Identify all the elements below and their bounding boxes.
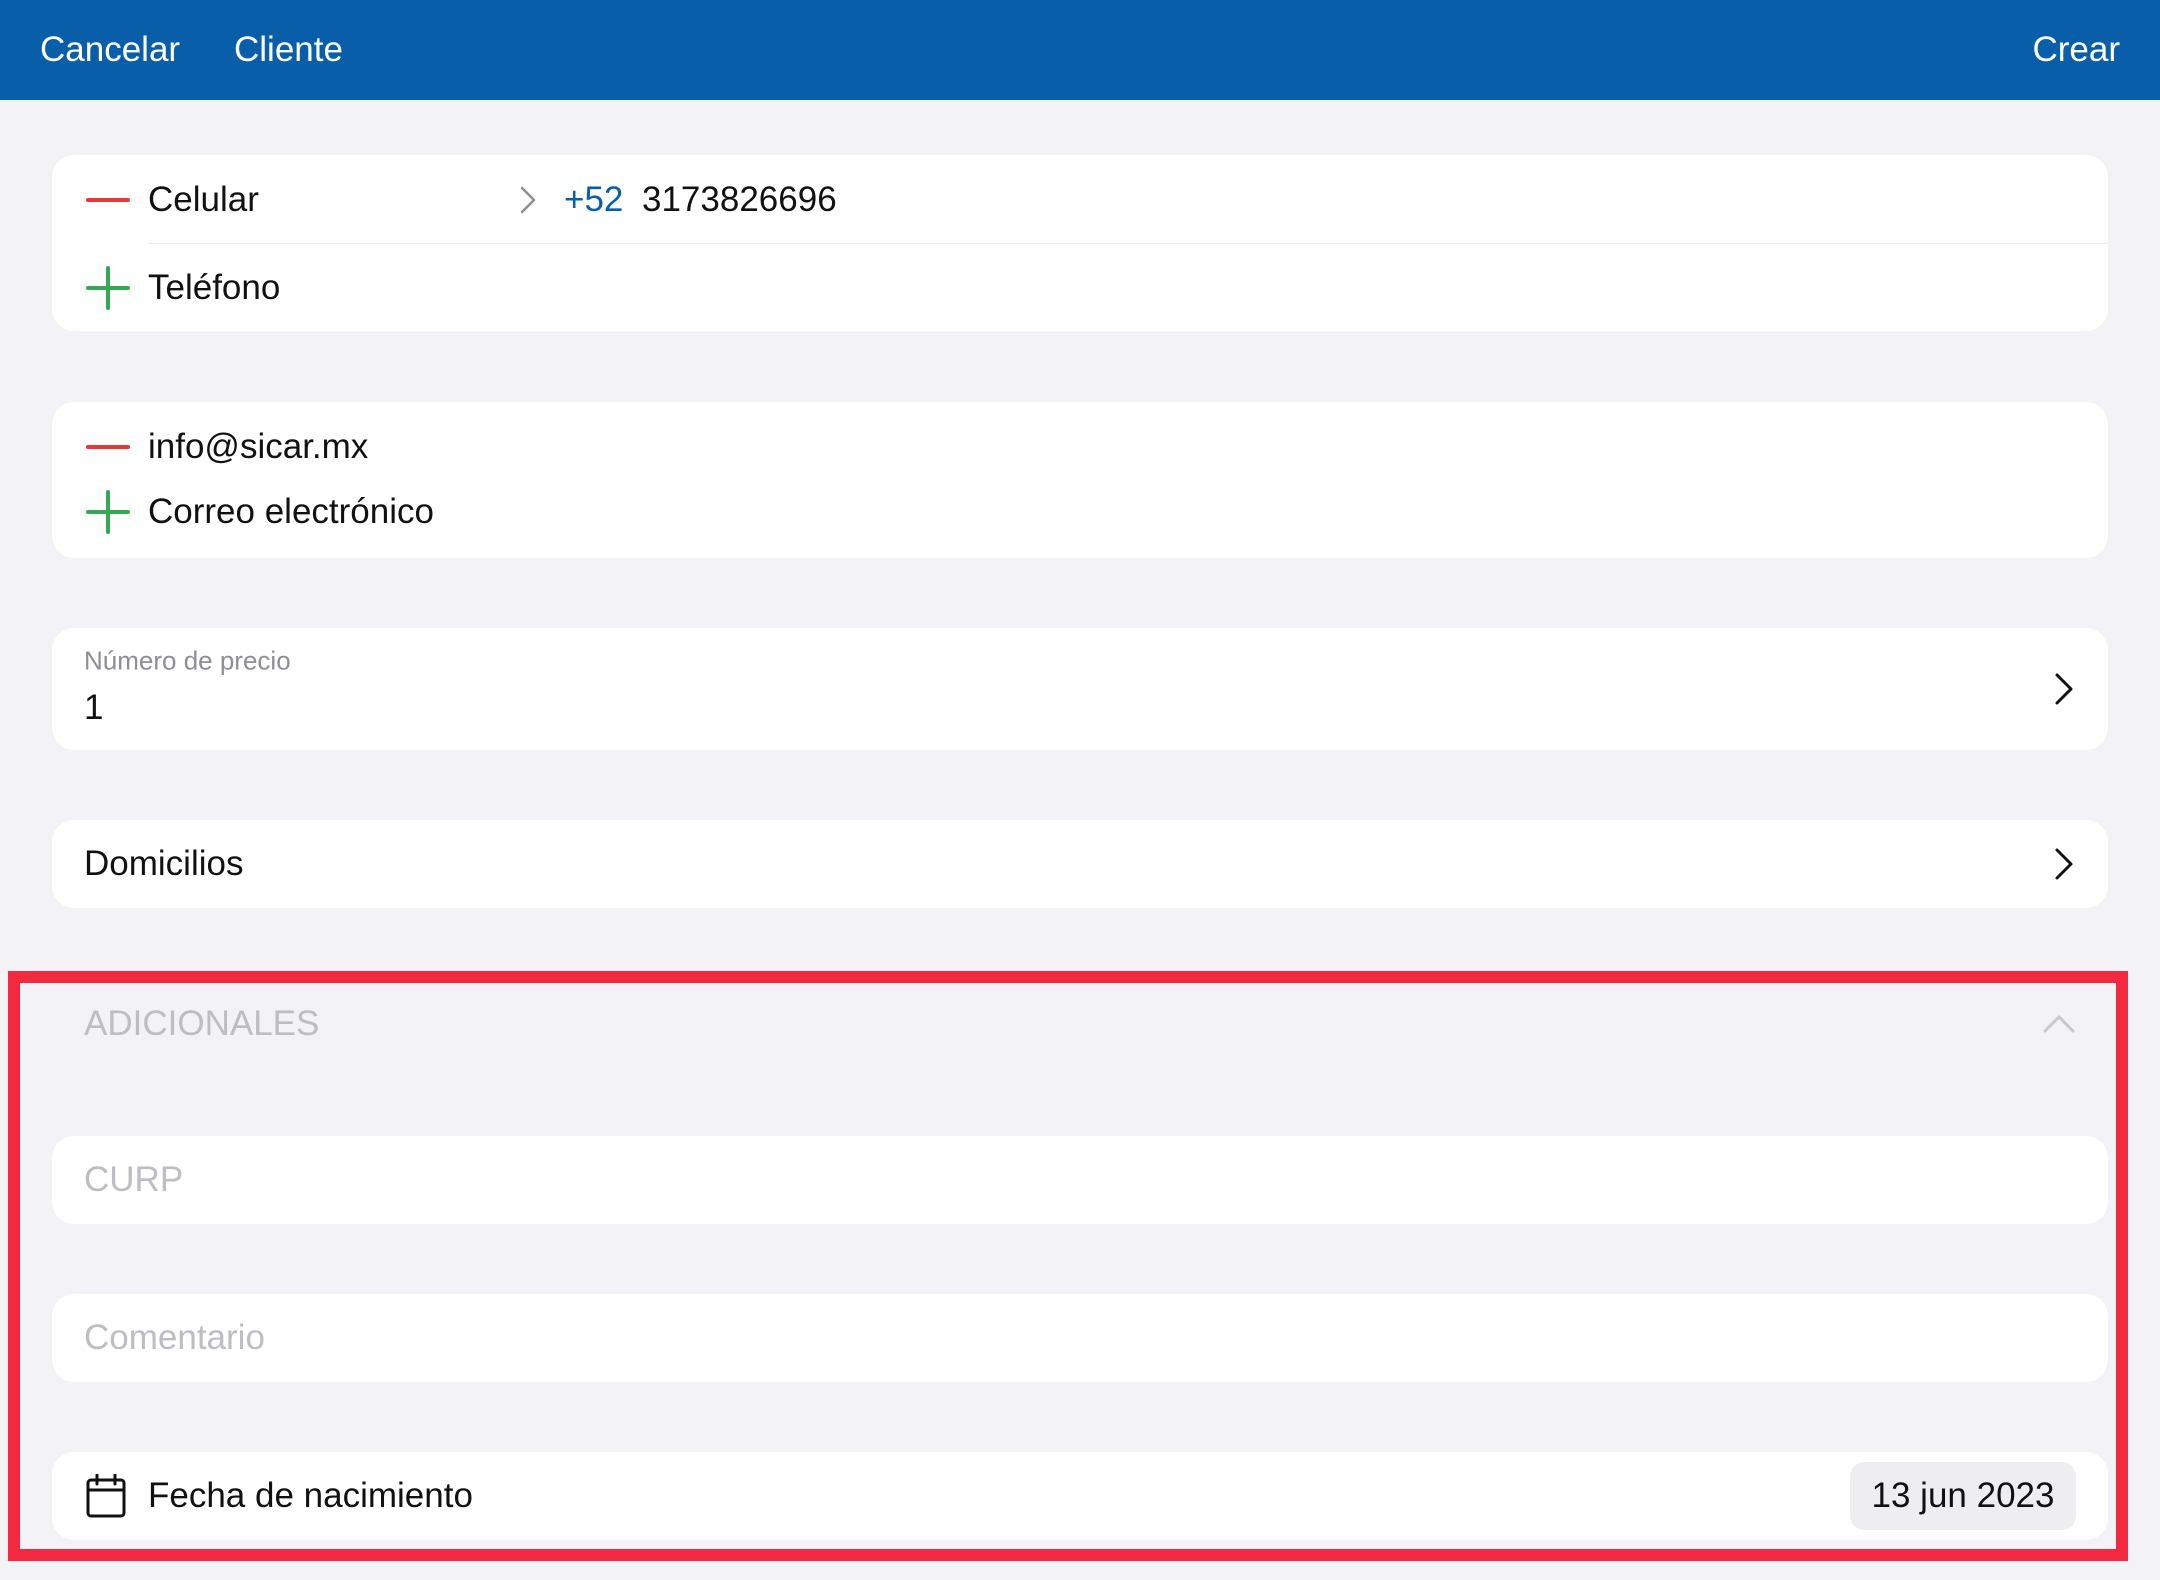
row-divider <box>148 243 2108 244</box>
birthdate-picker[interactable]: 13 jun 2023 <box>1850 1462 2076 1530</box>
navigation-bar: Cancelar Cliente Crear <box>0 0 2160 100</box>
calendar-icon <box>86 1474 126 1518</box>
curp-field[interactable]: CURP <box>52 1136 2108 1224</box>
add-email-label[interactable]: Correo electrónico <box>148 492 434 532</box>
comment-field[interactable]: Comentario <box>52 1294 2108 1382</box>
price-number-label: Número de precio <box>84 645 291 676</box>
addresses-chevron-right-icon <box>2055 848 2073 880</box>
phone-type-chevron-right-icon[interactable] <box>520 186 536 214</box>
addresses-label: Domicilios <box>84 844 244 883</box>
curp-input[interactable]: CURP <box>84 1160 183 1200</box>
price-chevron-right-icon <box>2055 673 2073 705</box>
additional-section-header[interactable]: ADICIONALES <box>52 990 2108 1058</box>
comment-input[interactable]: Comentario <box>84 1318 265 1358</box>
emails-card: info@sicar.mx Correo electrónico <box>52 402 2108 558</box>
birthdate-row: Fecha de nacimiento 13 jun 2023 <box>52 1452 2108 1540</box>
price-number-row[interactable]: Número de precio 1 <box>52 628 2108 750</box>
collapse-chevron-up-icon[interactable] <box>2042 1014 2076 1034</box>
phones-card: Celular +52 3173826696 Teléfono <box>52 155 2108 331</box>
create-button[interactable]: Crear <box>2032 30 2120 70</box>
page-title: Cliente <box>234 30 343 69</box>
mobile-number-input[interactable]: 3173826696 <box>642 180 837 220</box>
phone-type-label[interactable]: Celular <box>148 180 259 220</box>
country-code-button[interactable]: +52 <box>564 180 623 220</box>
email-value[interactable]: info@sicar.mx <box>148 427 368 467</box>
remove-email-minus-icon[interactable] <box>86 445 130 449</box>
price-number-value: 1 <box>84 688 104 727</box>
cancel-button[interactable]: Cancelar <box>40 30 180 70</box>
add-phone-label[interactable]: Teléfono <box>148 268 280 308</box>
addresses-row[interactable]: Domicilios <box>52 820 2108 908</box>
add-phone-plus-icon[interactable] <box>86 266 130 310</box>
remove-phone-minus-icon[interactable] <box>86 198 130 202</box>
birthdate-label: Fecha de nacimiento <box>148 1476 473 1515</box>
additional-section-title: ADICIONALES <box>84 1004 320 1043</box>
add-email-plus-icon[interactable] <box>86 490 130 534</box>
